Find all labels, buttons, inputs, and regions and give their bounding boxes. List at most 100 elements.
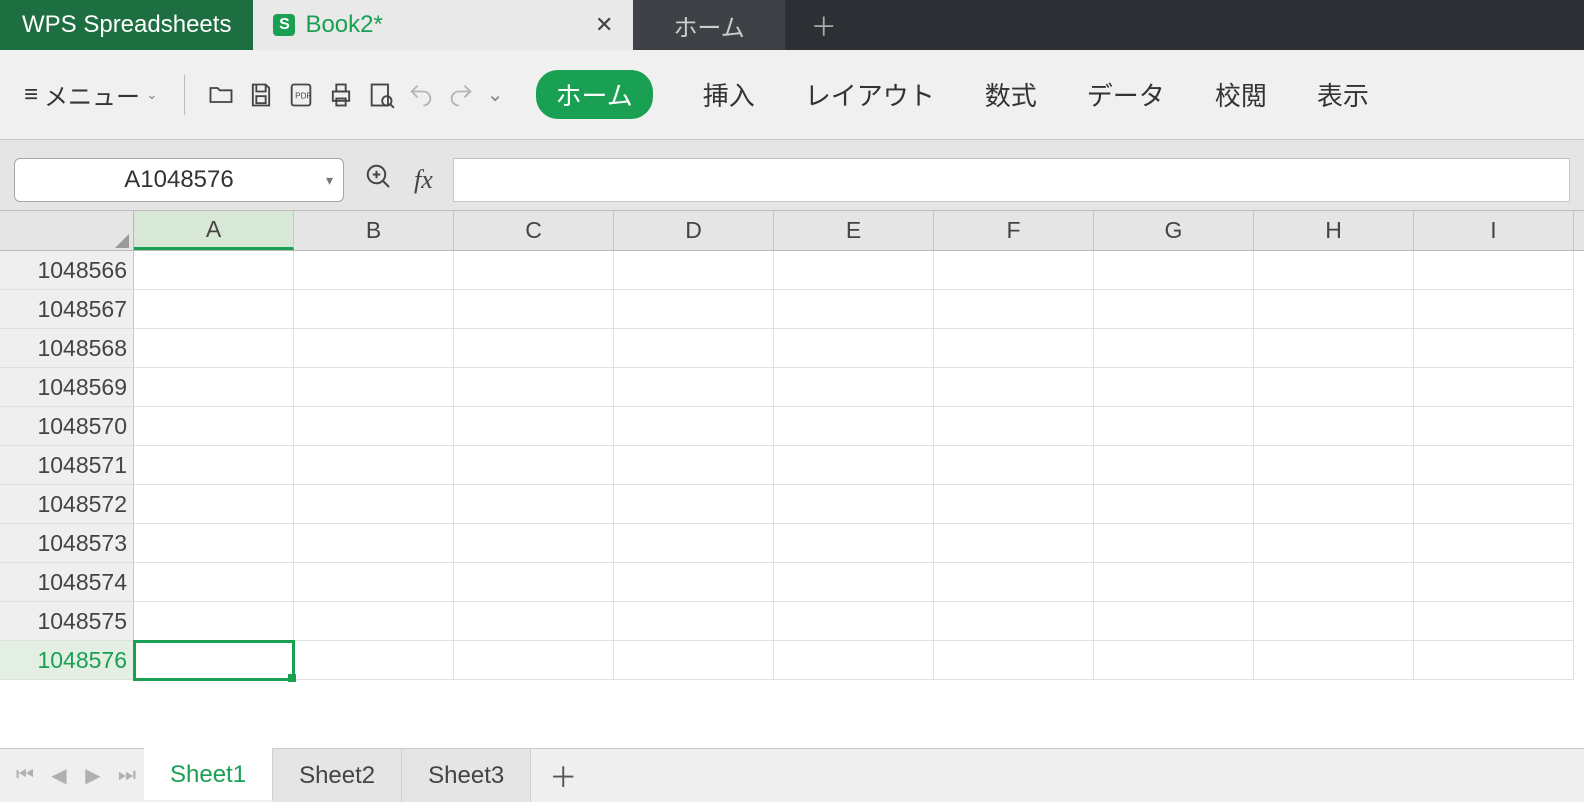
cell-I1048567[interactable] [1414,290,1574,329]
cell-H1048573[interactable] [1254,524,1414,563]
cell-H1048576[interactable] [1254,641,1414,680]
cell-D1048567[interactable] [614,290,774,329]
print-preview-icon[interactable] [363,77,399,113]
cell-C1048572[interactable] [454,485,614,524]
open-icon[interactable] [203,77,239,113]
cell-B1048575[interactable] [294,602,454,641]
cell-I1048575[interactable] [1414,602,1574,641]
cell-G1048566[interactable] [1094,251,1254,290]
cell-E1048574[interactable] [774,563,934,602]
cell-A1048576[interactable] [134,641,294,680]
cell-E1048566[interactable] [774,251,934,290]
column-header-G[interactable]: G [1094,211,1254,250]
cell-C1048571[interactable] [454,446,614,485]
column-header-A[interactable]: A [134,211,294,250]
cell-B1048567[interactable] [294,290,454,329]
name-box[interactable]: A1048576 ▾ [14,158,344,202]
tab-view[interactable]: 表示 [1317,76,1369,113]
column-header-C[interactable]: C [454,211,614,250]
cell-C1048568[interactable] [454,329,614,368]
cell-C1048566[interactable] [454,251,614,290]
tab-review[interactable]: 校閲 [1215,76,1267,113]
column-header-E[interactable]: E [774,211,934,250]
cell-B1048569[interactable] [294,368,454,407]
cell-A1048574[interactable] [134,563,294,602]
cell-C1048576[interactable] [454,641,614,680]
sheet-nav-last-icon[interactable]: ⏭ [110,764,144,787]
cell-F1048574[interactable] [934,563,1094,602]
cell-H1048567[interactable] [1254,290,1414,329]
row-header[interactable]: 1048574 [0,563,134,602]
cell-E1048571[interactable] [774,446,934,485]
add-tab-button[interactable]: ＋ [785,0,863,50]
cell-B1048574[interactable] [294,563,454,602]
cell-G1048574[interactable] [1094,563,1254,602]
redo-icon[interactable] [443,77,479,113]
row-header[interactable]: 1048567 [0,290,134,329]
tab-formulas[interactable]: 数式 [985,76,1037,113]
column-header-I[interactable]: I [1414,211,1574,250]
cell-G1048573[interactable] [1094,524,1254,563]
cell-F1048567[interactable] [934,290,1094,329]
cell-H1048570[interactable] [1254,407,1414,446]
sheet-tab-sheet1[interactable]: Sheet1 [144,747,273,800]
cell-A1048570[interactable] [134,407,294,446]
quick-access-dropdown[interactable]: ⌄ [483,82,508,107]
cell-D1048570[interactable] [614,407,774,446]
cell-D1048569[interactable] [614,368,774,407]
cell-B1048573[interactable] [294,524,454,563]
cell-B1048566[interactable] [294,251,454,290]
cell-H1048572[interactable] [1254,485,1414,524]
cell-A1048568[interactable] [134,329,294,368]
sheet-tab-sheet3[interactable]: Sheet3 [402,749,531,802]
cell-A1048567[interactable] [134,290,294,329]
row-header[interactable]: 1048568 [0,329,134,368]
add-sheet-button[interactable]: ＋ [531,756,595,796]
cell-I1048570[interactable] [1414,407,1574,446]
column-header-F[interactable]: F [934,211,1094,250]
print-icon[interactable] [323,77,359,113]
cell-A1048575[interactable] [134,602,294,641]
column-header-B[interactable]: B [294,211,454,250]
cell-I1048576[interactable] [1414,641,1574,680]
cell-B1048576[interactable] [294,641,454,680]
cell-F1048569[interactable] [934,368,1094,407]
cell-G1048575[interactable] [1094,602,1254,641]
formula-input[interactable] [453,158,1570,202]
cell-E1048573[interactable] [774,524,934,563]
cell-G1048569[interactable] [1094,368,1254,407]
document-tab[interactable]: S Book2* ✕ [253,0,633,50]
cell-H1048571[interactable] [1254,446,1414,485]
row-header[interactable]: 1048572 [0,485,134,524]
cell-A1048571[interactable] [134,446,294,485]
cell-F1048576[interactable] [934,641,1094,680]
cell-A1048572[interactable] [134,485,294,524]
cell-C1048575[interactable] [454,602,614,641]
row-header[interactable]: 1048569 [0,368,134,407]
cell-B1048572[interactable] [294,485,454,524]
row-header[interactable]: 1048573 [0,524,134,563]
cell-F1048571[interactable] [934,446,1094,485]
cell-C1048574[interactable] [454,563,614,602]
cell-B1048568[interactable] [294,329,454,368]
sheet-tab-sheet2[interactable]: Sheet2 [273,749,402,802]
cell-H1048568[interactable] [1254,329,1414,368]
cell-E1048568[interactable] [774,329,934,368]
menu-button[interactable]: ≡ メニュー ⌄ [16,73,166,116]
cell-C1048573[interactable] [454,524,614,563]
tab-insert[interactable]: 挿入 [703,76,755,113]
row-header[interactable]: 1048566 [0,251,134,290]
cell-A1048569[interactable] [134,368,294,407]
zoom-icon[interactable] [364,162,394,198]
cell-D1048576[interactable] [614,641,774,680]
tab-layout[interactable]: レイアウト [805,76,935,113]
save-icon[interactable] [243,77,279,113]
column-header-H[interactable]: H [1254,211,1414,250]
cell-D1048573[interactable] [614,524,774,563]
export-pdf-icon[interactable]: PDF [283,77,319,113]
fx-label[interactable]: fx [414,165,433,195]
undo-icon[interactable] [403,77,439,113]
cell-I1048569[interactable] [1414,368,1574,407]
cell-F1048572[interactable] [934,485,1094,524]
cell-F1048570[interactable] [934,407,1094,446]
